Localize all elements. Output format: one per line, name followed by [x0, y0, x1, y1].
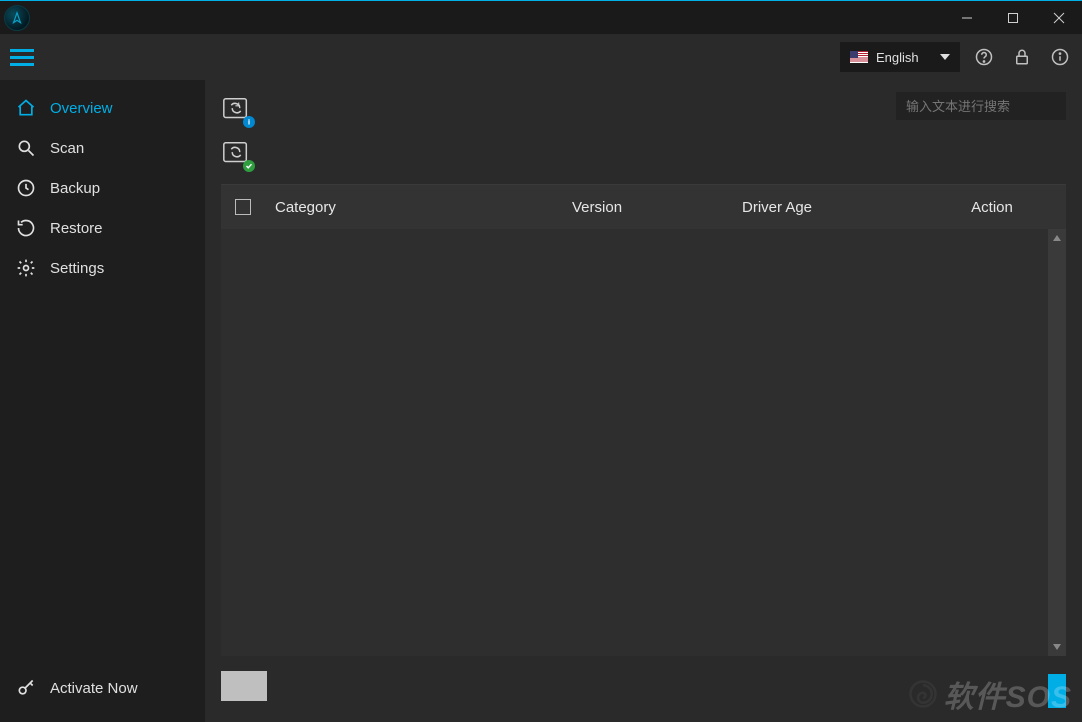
header-action[interactable]: Action	[932, 199, 1052, 216]
check-badge-icon	[243, 160, 255, 172]
backup-icon	[16, 178, 36, 198]
info-icon[interactable]	[1046, 43, 1074, 71]
top-toolbar: English	[0, 34, 1082, 80]
main-area: Overview Scan Backup Restore Settings Ac…	[0, 80, 1082, 722]
language-label: English	[876, 50, 919, 65]
select-all-checkbox[interactable]	[235, 199, 251, 215]
activate-now-button[interactable]: Activate Now	[0, 664, 205, 722]
content-bottom-bar	[221, 656, 1066, 706]
header-checkbox-cell	[235, 199, 275, 215]
bottom-left-placeholder	[221, 671, 267, 701]
vertical-scrollbar[interactable]	[1048, 229, 1066, 656]
sidebar-item-scan[interactable]: Scan	[0, 128, 205, 168]
info-badge-icon	[243, 116, 255, 128]
driver-table: Category Version Driver Age Action	[221, 184, 1066, 656]
sidebar-item-label: Settings	[50, 260, 104, 277]
scroll-down-icon	[1052, 642, 1062, 652]
search-input[interactable]	[906, 99, 1082, 114]
menu-hamburger-icon[interactable]	[10, 42, 40, 72]
key-icon	[16, 678, 36, 698]
search-box[interactable]	[896, 92, 1066, 120]
header-category[interactable]: Category	[275, 199, 572, 216]
scroll-up-icon	[1052, 233, 1062, 243]
restore-icon	[16, 218, 36, 238]
content-panel: Category Version Driver Age Action	[205, 80, 1082, 722]
refresh-info-icon[interactable]	[221, 94, 253, 126]
header-driver-age[interactable]: Driver Age	[742, 199, 932, 216]
refresh-ok-icon[interactable]	[221, 138, 253, 170]
sidebar-item-overview[interactable]: Overview	[0, 88, 205, 128]
sidebar-item-label: Scan	[50, 140, 84, 157]
search-icon	[16, 138, 36, 158]
bottom-right-accent	[1048, 674, 1066, 708]
maximize-button[interactable]	[990, 1, 1036, 35]
close-button[interactable]	[1036, 1, 1082, 35]
sidebar-item-label: Restore	[50, 220, 103, 237]
sidebar-item-label: Backup	[50, 180, 100, 197]
chevron-down-icon	[940, 54, 950, 60]
topbar-right: English	[840, 42, 1074, 72]
table-header: Category Version Driver Age Action	[221, 185, 1066, 229]
title-bar-left	[0, 5, 30, 31]
table-body	[221, 229, 1066, 656]
content-top-row	[221, 92, 1066, 170]
sidebar-item-label: Overview	[50, 100, 113, 117]
title-bar	[0, 0, 1082, 34]
language-selector[interactable]: English	[840, 42, 960, 72]
nav-list: Overview Scan Backup Restore Settings	[0, 88, 205, 664]
app-logo-icon	[4, 5, 30, 31]
flag-us-icon	[850, 51, 868, 63]
help-icon[interactable]	[970, 43, 998, 71]
window-controls	[944, 1, 1082, 35]
lock-icon[interactable]	[1008, 43, 1036, 71]
activate-label: Activate Now	[50, 680, 138, 697]
status-icons	[221, 92, 253, 170]
gear-icon	[16, 258, 36, 278]
header-version[interactable]: Version	[572, 199, 742, 216]
sidebar-item-backup[interactable]: Backup	[0, 168, 205, 208]
home-icon	[16, 98, 36, 118]
sidebar-item-settings[interactable]: Settings	[0, 248, 205, 288]
sidebar: Overview Scan Backup Restore Settings Ac…	[0, 80, 205, 722]
sidebar-item-restore[interactable]: Restore	[0, 208, 205, 248]
minimize-button[interactable]	[944, 1, 990, 35]
